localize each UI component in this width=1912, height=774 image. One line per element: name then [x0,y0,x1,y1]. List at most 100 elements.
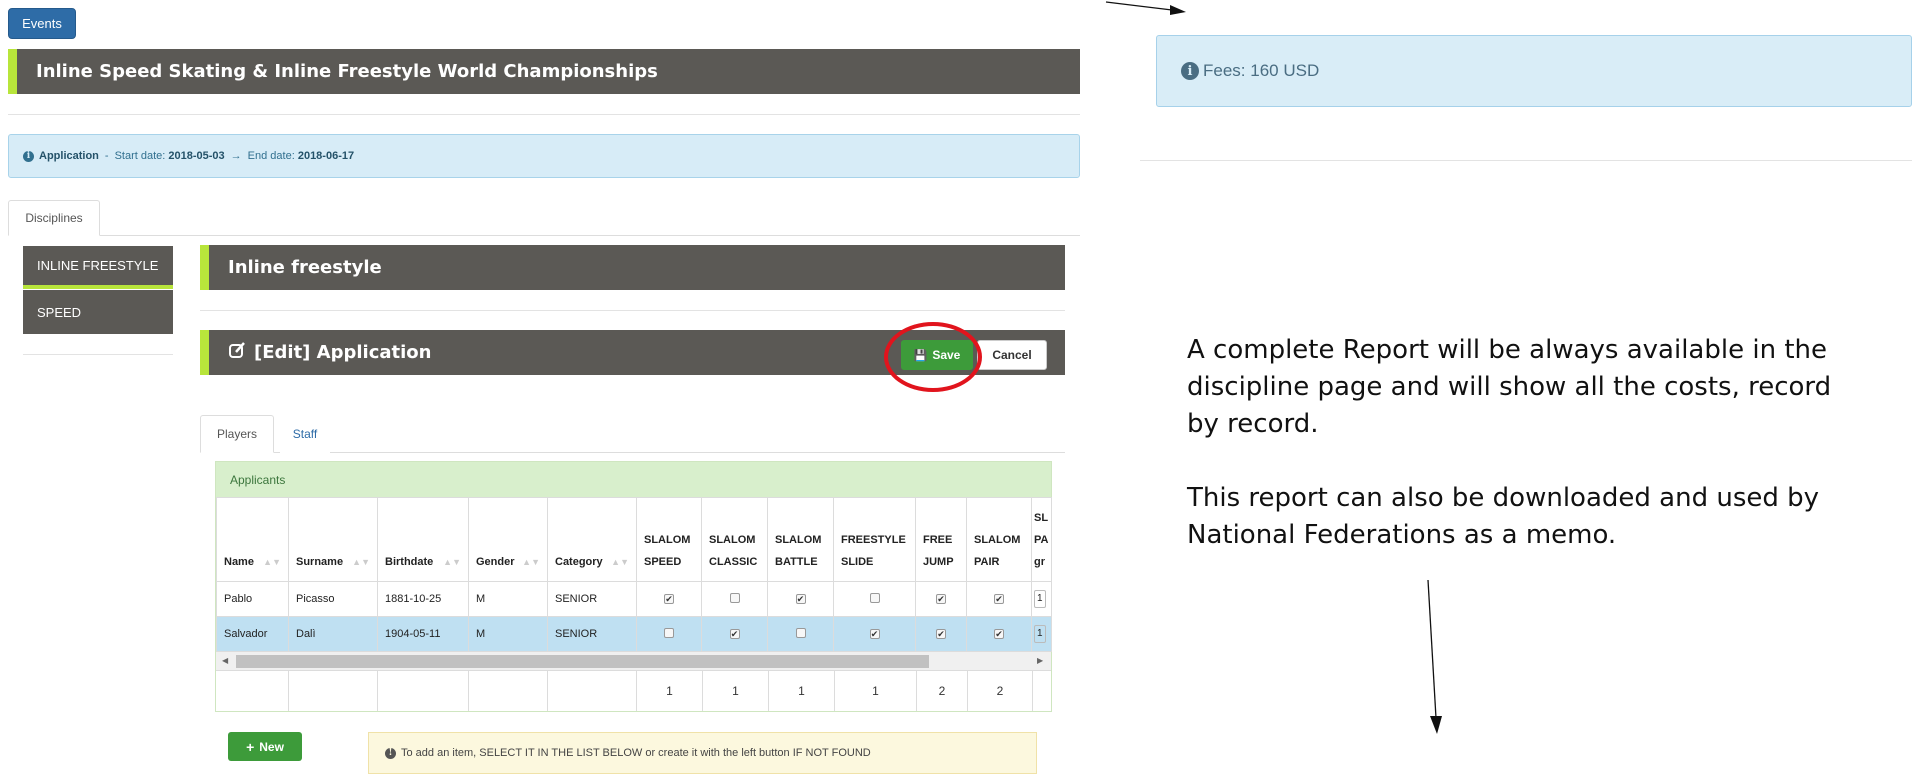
total-value: 2 [916,670,967,711]
total-value: 1 [834,670,916,711]
cell-gender: M [468,581,548,617]
group-number-input[interactable]: 1 [1034,625,1046,643]
accent-stripe [200,330,209,375]
cell-surname: Dalì [288,616,378,652]
sidebar-item-inline-freestyle[interactable]: INLINE FREESTYLE [23,246,173,289]
info-icon: i [1181,62,1199,80]
separator: - [104,150,109,162]
checkbox[interactable]: ✔ [994,629,1004,639]
note-line: discipline page and will show all the co… [1187,372,1832,402]
new-label: New [259,739,284,754]
arrow-right-icon [1105,1,1186,15]
applicants-title: Applicants [216,462,1051,497]
total-value: 1 [768,670,834,711]
cell-name: Pablo [216,581,289,617]
checkbox[interactable]: ✔ [869,629,880,639]
checkbox[interactable]: ✔ [994,594,1004,604]
note-line: This report can also be downloaded and u… [1187,483,1820,513]
table-header-row: Name ▲▼ Surname ▲▼ Birthdate ▲▼ Gender ▲▼ Ca… [216,497,1052,582]
sort-icon: ▲▼ [263,557,281,567]
column-header: SLALOM PAIR [966,497,1032,582]
sort-icon: ▲▼ [522,557,540,567]
cancel-button[interactable]: Cancel [977,340,1047,370]
sidebar-item-speed[interactable]: SPEED [23,290,173,334]
totals-divider [1032,670,1051,711]
application-info: i Application - Start date: 2018-05-03 →… [8,134,1080,178]
group-number-input[interactable]: 1 [1034,590,1046,608]
checkbox[interactable]: ✔ [729,629,740,639]
checkbox[interactable]: ✔ [664,594,674,604]
checkbox[interactable] [869,592,880,603]
checkbox[interactable] [795,627,806,638]
cell-gender: M [468,616,548,652]
total-value: 1 [702,670,768,711]
sort-icon: ▲▼ [352,557,370,567]
arrow-right-icon: → [230,150,242,162]
info-icon: ! [385,747,396,759]
end-date-label: End date: [247,150,295,162]
scrollbar-thumb[interactable] [236,655,929,668]
discipline-title-bar: Inline freestyle [200,245,1065,290]
fees-info: i Fees: 160 USD [1156,35,1912,107]
highlight-circle [884,322,982,392]
checkbox[interactable] [664,627,674,638]
checkbox[interactable]: ✔ [936,594,946,604]
totals-divider [547,670,548,711]
column-header: FREESTYLE SLIDE [833,497,916,582]
note-line: National Federations as a memo. [1187,520,1617,550]
accent-stripe [8,49,17,94]
column-header[interactable]: Birthdate ▲▼ [377,497,469,582]
column-header: SL PA gr [1031,497,1052,582]
checkbox[interactable]: ✔ [795,594,806,604]
column-header[interactable]: Name ▲▼ [216,497,289,582]
cell-category: SENIOR [547,616,637,652]
hint-text: To add an item, SELECT IT IN THE LIST BE… [401,747,871,759]
discipline-title: Inline freestyle [228,257,382,278]
divider [8,114,1080,115]
arrow-down-icon [1427,579,1442,734]
column-header: SLALOM SPEED [636,497,702,582]
scroll-right-icon[interactable]: ▶ [1037,656,1043,665]
cell-category: SENIOR [547,581,637,617]
totals-divider [288,670,289,711]
cell-name: Salvador [216,616,289,652]
add-item-hint: ! To add an item, SELECT IT IN THE LIST … [368,732,1037,774]
tab-players[interactable]: Players [200,415,274,453]
scroll-left-icon[interactable]: ◀ [222,656,228,665]
column-header: SLALOM BATTLE [767,497,834,582]
plus-icon: + [246,738,255,755]
totals-divider [468,670,469,711]
tab-disciplines[interactable]: Disciplines [8,200,100,236]
cell-birthdate: 1904-05-11 [377,616,469,652]
info-icon: i [23,150,34,162]
column-header: SLALOM CLASSIC [701,497,768,582]
sidebar-divider [23,354,173,355]
sort-icon: ▲▼ [611,557,629,567]
tab-staff[interactable]: Staff [280,415,330,453]
event-title: Inline Speed Skating & Inline Freestyle … [36,61,658,82]
start-date-label: Start date: [114,150,166,162]
cell-birthdate: 1881-10-25 [377,581,469,617]
divider [1140,160,1912,161]
fees-text: Fees: 160 USD [1203,61,1320,80]
events-button[interactable]: Events [8,8,76,39]
edit-application-title: [Edit] Application [254,342,432,363]
new-button[interactable]: + New [228,732,302,761]
cell-surname: Picasso [288,581,378,617]
tabs-baseline [8,235,1080,236]
column-header[interactable]: Category ▲▼ [547,497,637,582]
column-header[interactable]: Surname ▲▼ [288,497,378,582]
application-label: Application [39,150,99,162]
total-value: 2 [967,670,1032,711]
table-row[interactable]: Pablo Picasso 1881-10-25 M SENIOR ✔ ✔ ✔ … [216,581,1052,617]
start-date: 2018-05-03 [168,150,225,162]
checkbox[interactable]: ✔ [936,629,946,639]
table-row[interactable]: Salvador Dalì 1904-05-11 M SENIOR ✔ ✔ ✔ … [216,616,1052,652]
note-line: by record. [1187,409,1319,439]
column-header: FREE JUMP [915,497,967,582]
event-title-bar: Inline Speed Skating & Inline Freestyle … [8,49,1080,94]
edit-icon [228,341,246,364]
column-header[interactable]: Gender ▲▼ [468,497,548,582]
accent-stripe [200,245,209,290]
checkbox[interactable] [729,592,740,603]
